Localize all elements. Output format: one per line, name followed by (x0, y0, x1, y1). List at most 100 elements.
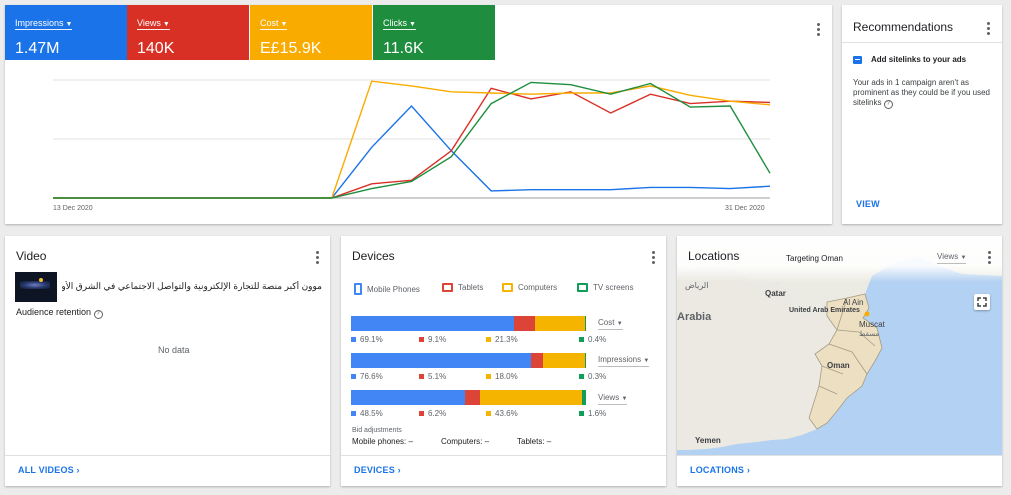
percent-value: 0.4% (588, 335, 607, 344)
video-footer-divider (5, 455, 330, 456)
video-thumbnail[interactable] (15, 272, 57, 302)
map-label-muscat-ar: مسقط (859, 330, 879, 338)
no-data-text: No data (158, 345, 190, 355)
legend-swatch (579, 374, 584, 379)
legend-tablets: Tablets (442, 283, 483, 292)
percent-value: 0.3% (588, 372, 607, 381)
percent-tablets: 6.2% (419, 409, 446, 418)
computer-icon (502, 283, 513, 292)
bar-segment-mobile-phones (351, 390, 466, 405)
device-percent-row-cost: 69.1% 9.1% 21.3% 0.4% (351, 335, 606, 345)
all-videos-link[interactable]: ALL VIDEOS › (18, 465, 80, 475)
map-label-muscat: Muscat (859, 320, 886, 329)
mobile-phone-icon (354, 283, 362, 295)
thumbnail-glow (20, 281, 50, 289)
help-icon[interactable]: ? (883, 100, 893, 109)
muscat-marker-icon (864, 311, 870, 317)
legend-label: TV screens (593, 283, 634, 292)
video-more-icon[interactable] (310, 248, 324, 266)
legend-swatch (351, 337, 356, 342)
legend-computers: Computers (502, 283, 557, 292)
device-bar-impressions (351, 353, 586, 368)
percent-tv-screens: 0.4% (579, 335, 606, 344)
recommendations-more-icon[interactable] (981, 19, 995, 37)
percent-mobile-phones: 48.5% (351, 409, 383, 418)
devices-more-icon[interactable] (646, 248, 660, 266)
legend-swatch (579, 337, 584, 342)
legend-swatch (419, 337, 424, 342)
percent-value: 5.1% (428, 372, 447, 381)
bar-segment-computers (534, 316, 586, 331)
percent-computers: 18.0% (486, 372, 518, 381)
sitelink-icon (853, 56, 862, 64)
bar-segment-tv-screens (585, 353, 586, 368)
legend-swatch (486, 337, 491, 342)
targeting-label: Targeting Oman (786, 254, 843, 263)
legend-swatch (579, 411, 584, 416)
percent-value: 18.0% (495, 372, 518, 381)
percent-computers: 43.6% (486, 409, 518, 418)
recommendation-item-body: Your ads in 1 campaign aren't as promine… (853, 78, 990, 109)
dropdown-caret-icon: ▼ (621, 396, 628, 402)
bar-segment-computers (479, 390, 583, 405)
device-metric-select-impressions[interactable]: Impressions ▼ (598, 355, 650, 367)
recommendations-view-link[interactable]: VIEW (856, 199, 880, 209)
percent-computers: 21.3% (486, 335, 518, 344)
percent-value: 9.1% (428, 335, 447, 344)
bid-adjustments-label: Bid adjustments (352, 427, 402, 434)
dropdown-caret-icon: ▼ (643, 358, 650, 364)
map-label-oman: Oman (827, 361, 850, 370)
percent-tablets: 9.1% (419, 335, 446, 344)
map-label-riyadh: الرياض (685, 281, 708, 290)
locations-metric-select[interactable]: Views ▼ (937, 252, 967, 264)
dropdown-caret-icon: ▼ (616, 321, 623, 327)
map-label-qatar: Qatar (765, 289, 786, 298)
x-axis-start-label: 13 Dec 2020 (53, 205, 93, 212)
percent-value: 48.5% (360, 409, 383, 418)
recommendations-title: Recommendations (853, 20, 954, 34)
percent-tv-screens: 0.3% (579, 372, 606, 381)
devices-link[interactable]: DEVICES › (354, 465, 401, 475)
percent-mobile-phones: 69.1% (351, 335, 383, 344)
device-metric-select-cost[interactable]: Cost ▼ (598, 318, 623, 330)
percent-value: 1.6% (588, 409, 607, 418)
locations-title: Locations (688, 249, 740, 263)
map-label-yemen: Yemen (695, 436, 721, 445)
bar-segment-tv-screens (582, 390, 586, 405)
bid-tablets: Tablets: – (517, 437, 552, 446)
x-axis-end-label: 31 Dec 2020 (725, 205, 765, 212)
bar-segment-tablets (513, 316, 535, 331)
map-label-arabia: Arabia (677, 311, 712, 323)
map-label-uae: United Arab Emirates (789, 307, 860, 314)
chevron-right-icon: › (397, 465, 401, 475)
map-label-al-ain: Al Ain (843, 298, 863, 307)
percent-value: 21.3% (495, 335, 518, 344)
device-bar-views (351, 390, 586, 405)
percent-value: 69.1% (360, 335, 383, 344)
locations-more-icon[interactable] (982, 248, 996, 266)
device-metric-select-views[interactable]: Views ▼ (598, 393, 628, 405)
help-icon[interactable]: ? (93, 310, 103, 319)
video-title: Video (16, 249, 47, 263)
recommendation-item-title[interactable]: Add sitelinks to your ads (871, 55, 966, 64)
chart-series-group (53, 80, 771, 199)
video-name[interactable]: موون أكبر منصة للتجارة الإلكترونية والتو… (62, 281, 322, 292)
locations-link[interactable]: LOCATIONS › (690, 465, 750, 475)
fullscreen-icon[interactable] (974, 294, 990, 310)
tv-screen-icon (577, 283, 588, 292)
devices-footer-divider (341, 455, 666, 456)
bid-mobile-phones: Mobile phones: – (352, 437, 413, 446)
legend-swatch (351, 374, 356, 379)
devices-title: Devices (352, 249, 395, 263)
legend-swatch (351, 411, 356, 416)
percent-tv-screens: 1.6% (579, 409, 606, 418)
legend-label: Tablets (458, 283, 484, 292)
device-percent-row-impressions: 76.6% 5.1% 18.0% 0.3% (351, 372, 606, 382)
percent-tablets: 5.1% (419, 372, 446, 381)
percent-value: 6.2% (428, 409, 447, 418)
bar-segment-computers (542, 353, 586, 368)
bar-segment-mobile-phones (351, 353, 531, 368)
legend-swatch (486, 411, 491, 416)
legend-label: Computers (518, 283, 558, 292)
chevron-right-icon: › (746, 465, 751, 475)
